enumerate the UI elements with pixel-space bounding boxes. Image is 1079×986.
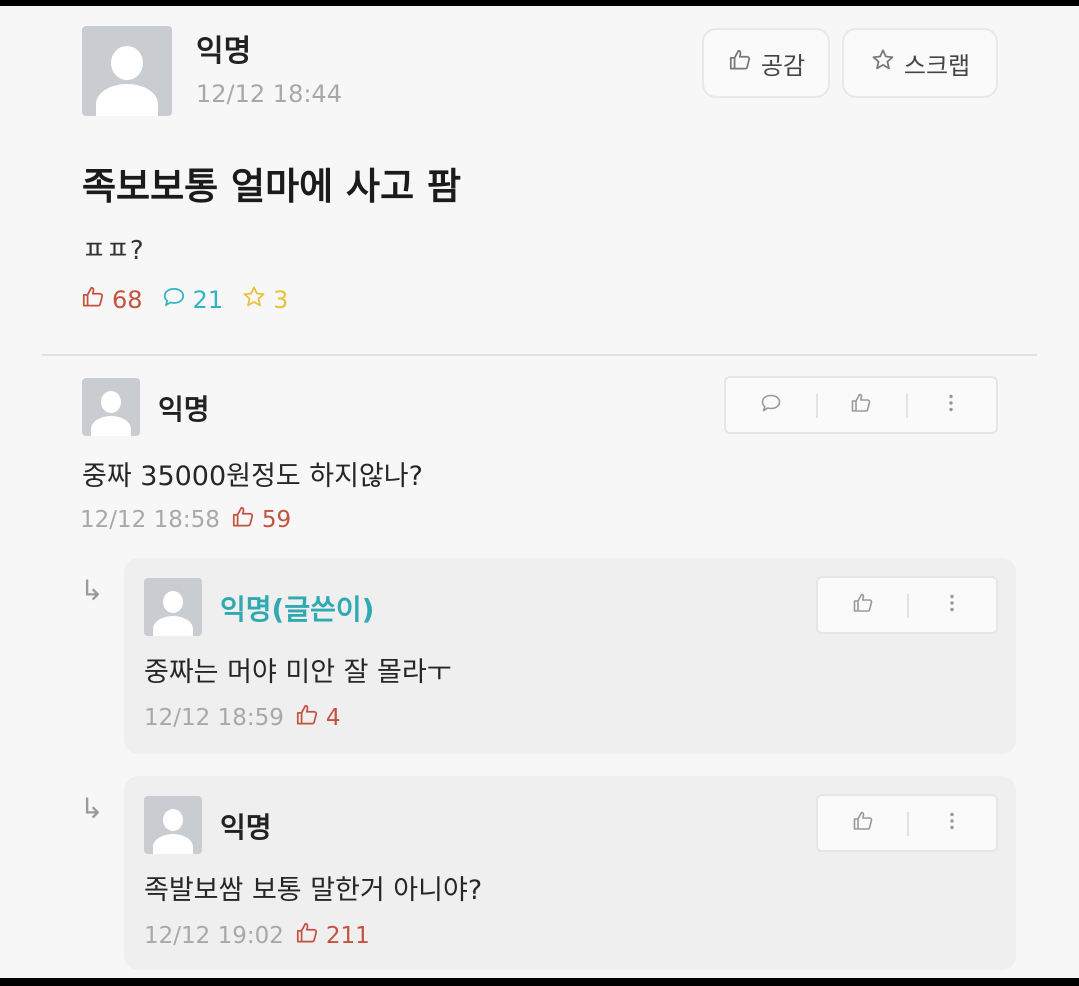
reply-time: 12/12 19:02 [144, 923, 284, 949]
bottom-black-bar [0, 978, 1079, 986]
reply-meta: 12/12 18:59 4 [144, 702, 341, 734]
comment-avatar [82, 378, 140, 436]
comment-meta: 12/12 18:58 59 [80, 504, 291, 536]
comment-text: 중짜 35000원정도 하지않나? [82, 461, 423, 492]
divider [42, 354, 1037, 356]
reply-meta: 12/12 19:02 211 [144, 920, 370, 952]
thumbs-up-icon [851, 809, 875, 837]
post-avatar [82, 26, 172, 116]
thumbs-up-icon [294, 702, 320, 734]
comment-like-count: 59 [230, 504, 291, 536]
thumbs-up-icon [294, 920, 320, 952]
reply-item: 익명 족발보쌈 보통 말한거 아니야? 12/12 19:02 211 [124, 776, 1016, 970]
reply-text: 중짜는 머야 미안 잘 몰라ㅜ [144, 657, 452, 688]
reply-text: 족발보쌈 보통 말한거 아니야? [144, 875, 483, 906]
more-button[interactable] [907, 578, 996, 632]
top-black-bar [0, 0, 1079, 6]
post-author: 익명 [196, 34, 252, 69]
like-button[interactable]: 공감 [702, 28, 830, 98]
comment-count-value: 21 [192, 286, 224, 314]
like-count-value: 211 [325, 923, 370, 949]
post-time: 12/12 18:44 [196, 80, 342, 108]
reply-like-count: 4 [294, 702, 341, 734]
post-comment-count: 21 [161, 284, 224, 316]
thumbs-up-icon [80, 284, 106, 316]
comment-actions [724, 376, 998, 434]
reply-arrow-icon: ↳ [80, 574, 104, 607]
reply-button[interactable] [726, 378, 816, 432]
scrap-count-value: 3 [273, 286, 289, 314]
scrap-button-label: 스크랩 [903, 51, 971, 80]
comment-time: 12/12 18:58 [80, 507, 220, 533]
star-icon [870, 47, 896, 79]
reply-avatar [144, 796, 202, 854]
reply-time: 12/12 18:59 [144, 705, 284, 731]
reply-actions [816, 576, 998, 634]
post-title: 족보보통 얼마에 사고 팜 [82, 165, 462, 208]
reply-author: 익명(글쓴이) [220, 593, 375, 626]
thumbs-up-icon [230, 504, 256, 536]
post-scrap-count: 3 [241, 284, 288, 316]
more-vertical-icon [940, 809, 964, 837]
like-button-label: 공감 [760, 51, 806, 80]
comment-like-button[interactable] [816, 378, 906, 432]
comment-author: 익명 [158, 393, 210, 426]
reply-author: 익명 [220, 811, 272, 844]
reply-like-count: 211 [294, 920, 370, 952]
speech-bubble-icon [759, 391, 783, 419]
like-count-value: 59 [261, 507, 292, 533]
reply-actions [816, 794, 998, 852]
speech-bubble-icon [161, 284, 187, 316]
star-icon [241, 284, 267, 316]
reply-like-button[interactable] [818, 578, 907, 632]
more-vertical-icon [940, 591, 964, 619]
more-button[interactable] [907, 796, 996, 850]
reply-item: 익명(글쓴이) 중짜는 머야 미안 잘 몰라ㅜ 12/12 18:59 4 [124, 558, 1016, 754]
reply-like-button[interactable] [818, 796, 907, 850]
reply-arrow-icon: ↳ [80, 792, 104, 825]
thumbs-up-icon [727, 47, 753, 79]
like-count-value: 68 [112, 286, 143, 314]
reply-avatar [144, 578, 202, 636]
thumbs-up-icon [849, 391, 873, 419]
thumbs-up-icon [851, 591, 875, 619]
post-like-count: 68 [80, 284, 143, 316]
post-body: ㅍㅍ? [82, 236, 144, 266]
post-stats: 68 21 3 [80, 284, 306, 316]
scrap-button[interactable]: 스크랩 [842, 28, 998, 98]
more-vertical-icon [939, 391, 963, 419]
like-count-value: 4 [325, 705, 341, 731]
more-button[interactable] [906, 378, 996, 432]
